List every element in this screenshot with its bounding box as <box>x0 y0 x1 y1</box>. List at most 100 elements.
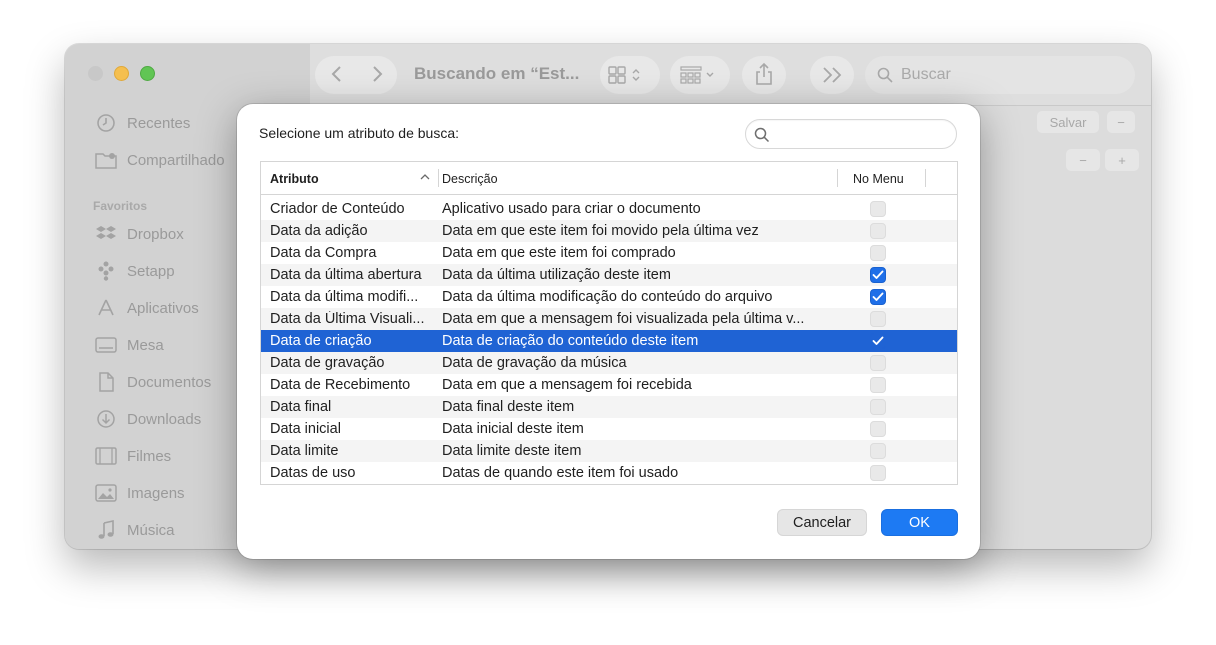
in-menu-checkbox[interactable] <box>870 223 886 239</box>
column-header-description[interactable]: Descrição <box>442 162 498 195</box>
sidebar-item-downloads[interactable]: Downloads <box>95 406 201 432</box>
finder-toolbar: Buscando em “Est... Buscar <box>310 44 1151 106</box>
chevron-double-right-icon <box>822 66 844 87</box>
table-row[interactable]: Criador de Conteúdo Aplicativo usado para… <box>261 198 957 220</box>
sidebar-item-label: Compartilhado <box>127 151 225 169</box>
sidebar-item-musica[interactable]: Música <box>95 517 175 543</box>
attribute-description-cell: Data em que a mensagem foi visualizada p… <box>442 311 805 327</box>
attribute-name-cell: Data da Compra <box>270 245 377 261</box>
table-row[interactable]: Data da adição Data em que este item foi … <box>261 220 957 242</box>
remove-criteria-button[interactable]: − <box>1066 149 1100 171</box>
group-icon <box>680 66 720 87</box>
in-menu-checkbox[interactable] <box>870 267 886 283</box>
in-menu-checkbox[interactable] <box>870 201 886 217</box>
attribute-description-cell: Data em que este item foi comprado <box>442 245 676 261</box>
in-menu-checkbox[interactable] <box>870 245 886 261</box>
attribute-name-cell: Data da Última Visuali... <box>270 311 425 327</box>
nav-buttons <box>315 56 397 94</box>
close-window-button[interactable] <box>88 66 103 81</box>
sidebar-item-mesa[interactable]: Mesa <box>95 332 164 358</box>
ok-button[interactable]: OK <box>881 509 958 536</box>
sidebar-item-label: Setapp <box>127 262 175 280</box>
remove-criteria-button-top[interactable]: − <box>1107 111 1135 133</box>
attribute-description-cell: Data da última utilização deste item <box>442 267 671 283</box>
dialog-label: Selecione um atributo de busca: <box>259 125 460 141</box>
attribute-table: Atributo Descrição No Menu Criador de Co… <box>260 161 958 485</box>
sidebar-item-label: Downloads <box>127 410 202 428</box>
in-menu-checkbox[interactable] <box>870 465 886 481</box>
sidebar-item-label: Mesa <box>127 336 164 354</box>
column-divider[interactable] <box>438 169 439 187</box>
column-header-in-menu[interactable]: No Menu <box>853 162 904 195</box>
setapp-icon <box>95 261 117 281</box>
in-menu-checkbox[interactable] <box>870 377 886 393</box>
attribute-description-cell: Data inicial deste item <box>442 421 584 437</box>
sidebar-item-filmes[interactable]: Filmes <box>95 443 171 469</box>
sidebar-item-aplicativos[interactable]: Aplicativos <box>95 295 199 321</box>
attribute-search-field[interactable] <box>745 119 957 149</box>
attribute-name-cell: Datas de uso <box>270 465 356 481</box>
attribute-name-cell: Data da última abertura <box>270 267 422 283</box>
sort-ascending-icon <box>420 173 430 184</box>
finder-search-field[interactable]: Buscar <box>865 56 1135 94</box>
minimize-window-button[interactable] <box>114 66 129 81</box>
table-row[interactable]: Data da última modifi... Data da última m… <box>261 286 957 308</box>
attribute-name-cell: Data de criação <box>270 333 372 349</box>
in-menu-checkbox[interactable] <box>870 333 886 349</box>
in-menu-checkbox[interactable] <box>870 355 886 371</box>
download-icon <box>95 409 117 429</box>
add-criteria-button[interactable]: + <box>1105 149 1139 171</box>
image-icon <box>95 483 117 503</box>
sidebar-item-setapp[interactable]: Setapp <box>95 258 175 284</box>
forward-icon[interactable] <box>372 65 384 86</box>
zoom-window-button[interactable] <box>140 66 155 81</box>
document-icon <box>95 372 117 392</box>
table-row[interactable]: Data de gravação Data de gravação da músi… <box>261 352 957 374</box>
column-divider[interactable] <box>837 169 838 187</box>
table-row[interactable]: Data limite Data limite deste item <box>261 440 957 462</box>
sidebar-item-label: Filmes <box>127 447 172 465</box>
grid-view-icon <box>608 66 648 87</box>
table-row[interactable]: Data final Data final deste item <box>261 396 957 418</box>
sidebar-item-recentes[interactable]: Recentes <box>95 110 190 136</box>
attribute-name-cell: Data de Recebimento <box>270 377 411 393</box>
cancel-button[interactable]: Cancelar <box>777 509 867 536</box>
in-menu-checkbox[interactable] <box>870 311 886 327</box>
attribute-description-cell: Data em que a mensagem foi recebida <box>442 377 692 393</box>
attribute-name-cell: Criador de Conteúdo <box>270 201 405 217</box>
sidebar-item-imagens[interactable]: Imagens <box>95 480 185 506</box>
in-menu-checkbox[interactable] <box>870 421 886 437</box>
save-search-button[interactable]: Salvar <box>1037 111 1099 133</box>
attribute-description-cell: Data limite deste item <box>442 443 582 459</box>
attribute-search-input[interactable] <box>778 125 948 145</box>
table-header: Atributo Descrição No Menu <box>261 162 957 195</box>
table-row[interactable]: Data inicial Data inicial deste item <box>261 418 957 440</box>
search-icon <box>754 127 770 148</box>
sidebar-item-documentos[interactable]: Documentos <box>95 369 211 395</box>
table-body: Criador de Conteúdo Aplicativo usado para… <box>261 198 957 484</box>
column-divider[interactable] <box>925 169 926 187</box>
sidebar-item-compartilhado[interactable]: Compartilhado <box>95 147 225 173</box>
back-icon[interactable] <box>330 65 342 86</box>
checkmark-icon <box>872 270 884 280</box>
attribute-name-cell: Data limite <box>270 443 339 459</box>
shared-folder-icon <box>95 150 117 170</box>
in-menu-checkbox[interactable] <box>870 399 886 415</box>
favorites-header: Favoritos <box>93 199 148 213</box>
sidebar-item-label: Documentos <box>127 373 212 391</box>
attribute-description-cell: Data final deste item <box>442 399 575 415</box>
in-menu-checkbox[interactable] <box>870 443 886 459</box>
table-row[interactable]: Data da última abertura Data da última ut… <box>261 264 957 286</box>
attribute-name-cell: Data da última modifi... <box>270 289 419 305</box>
table-row[interactable]: Datas de uso Datas de quando este item fo… <box>261 462 957 484</box>
sidebar-item-label: Música <box>127 521 175 539</box>
in-menu-checkbox[interactable] <box>870 289 886 305</box>
column-header-attribute[interactable]: Atributo <box>270 162 319 195</box>
attribute-dialog: Selecione um atributo de busca: Atributo… <box>237 104 980 559</box>
table-row[interactable]: Data da Compra Data em que este item foi … <box>261 242 957 264</box>
table-row[interactable]: Data de Recebimento Data em que a mensage… <box>261 374 957 396</box>
attribute-name-cell: Data da adição <box>270 223 368 239</box>
table-row[interactable]: Data da Última Visuali... Data em que a m… <box>261 308 957 330</box>
sidebar-item-dropbox[interactable]: Dropbox <box>95 221 184 247</box>
table-row[interactable]: Data de criação Data de criação do conteú… <box>261 330 957 352</box>
